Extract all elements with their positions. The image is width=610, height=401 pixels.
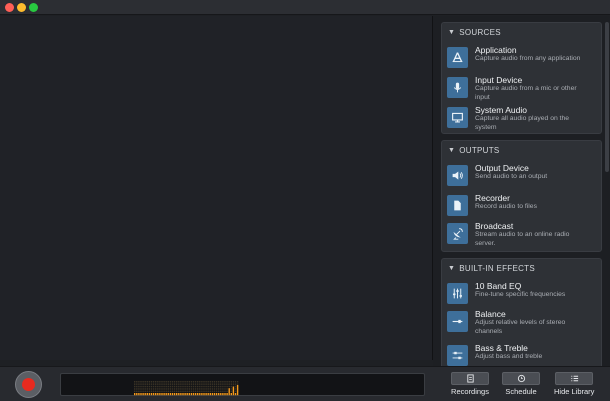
recordings-icon — [451, 372, 489, 385]
built-in-effects-header[interactable]: ▼ BUILT-IN EFFECTS — [442, 259, 601, 277]
title-bar — [0, 0, 610, 15]
minimize-button[interactable] — [17, 3, 26, 12]
hide-library-label: Hide Library — [554, 387, 595, 396]
level-meter — [60, 373, 425, 396]
list-icon — [555, 372, 594, 385]
library-item-bass-treble[interactable]: Bass & Treble Adjust bass and treble — [447, 343, 597, 366]
equalizer-icon — [447, 283, 468, 304]
file-icon — [447, 195, 468, 216]
item-title: Broadcast — [475, 221, 514, 231]
chevron-down-icon: ▼ — [448, 28, 456, 36]
item-description: Capture all audio played on the system — [475, 115, 570, 131]
item-title: Output Device — [475, 163, 529, 173]
sources-header[interactable]: ▼ SOURCES — [442, 23, 601, 41]
recordings-button[interactable]: Recordings — [451, 372, 489, 399]
outputs-section: ▼ OUTPUTS Output Device Send audio to an… — [441, 140, 602, 252]
item-description: Record audio to files — [475, 203, 537, 210]
chevron-down-icon: ▼ — [448, 264, 456, 272]
item-description: Capture audio from any application — [475, 55, 581, 62]
recordings-label: Recordings — [451, 387, 489, 396]
library-scrollbar[interactable] — [605, 22, 609, 172]
monitor-icon — [447, 107, 468, 128]
library-item-10-band-eq[interactable]: 10 Band EQ Fine-tune specific frequencie… — [447, 281, 597, 309]
library-item-balance[interactable]: Balance Adjust relative levels of stereo… — [447, 309, 597, 337]
section-title: OUTPUTS — [459, 145, 500, 155]
outputs-header[interactable]: ▼ OUTPUTS — [442, 141, 601, 159]
library-item-application[interactable]: Application Capture audio from any appli… — [447, 45, 597, 73]
close-button[interactable] — [5, 3, 14, 12]
library-panel: ▼ SOURCES Application Capture audio from… — [433, 16, 610, 366]
item-description: Stream audio to an online radio server. — [475, 231, 570, 247]
record-icon — [22, 378, 35, 391]
item-description: Adjust bass and treble — [475, 353, 543, 360]
item-description: Adjust relative levels of stereo channel… — [475, 319, 566, 335]
level-meter-display — [134, 381, 239, 396]
microphone-icon — [447, 77, 468, 98]
built-in-effects-section: ▼ BUILT-IN EFFECTS 10 Band EQ Fine-tune … — [441, 258, 602, 366]
audio-graph-canvas[interactable] — [0, 16, 432, 360]
clock-icon — [502, 372, 540, 385]
item-title: 10 Band EQ — [475, 281, 522, 291]
item-description: Fine-tune specific frequencies — [475, 291, 566, 298]
maximize-button[interactable] — [29, 3, 38, 12]
sliders-icon — [447, 345, 468, 366]
schedule-button[interactable]: Schedule — [502, 372, 540, 399]
item-title: Balance — [475, 309, 506, 319]
library-item-input-device[interactable]: Input Device Capture audio from a mic or… — [447, 75, 597, 103]
library-item-recorder[interactable]: Recorder Record audio to files — [447, 193, 597, 221]
section-title: SOURCES — [459, 27, 501, 37]
item-title: Bass & Treble — [475, 343, 528, 353]
item-description: Capture audio from a mic or other input — [475, 85, 577, 101]
sources-section: ▼ SOURCES Application Capture audio from… — [441, 22, 602, 134]
section-title: BUILT-IN EFFECTS — [459, 263, 536, 273]
item-title: Application — [475, 45, 517, 55]
item-description: Send audio to an output — [475, 173, 548, 180]
record-button[interactable] — [15, 371, 42, 398]
satellite-dish-icon — [447, 223, 468, 244]
item-title: Input Device — [475, 75, 523, 85]
chevron-down-icon: ▼ — [448, 146, 456, 154]
item-title: System Audio — [475, 105, 527, 115]
library-item-output-device[interactable]: Output Device Send audio to an output — [447, 163, 597, 191]
library-item-broadcast[interactable]: Broadcast Stream audio to an online radi… — [447, 221, 597, 249]
application-icon — [447, 47, 468, 68]
hide-library-button[interactable]: Hide Library — [554, 372, 594, 399]
balance-icon — [447, 311, 468, 332]
speaker-icon — [447, 165, 468, 186]
bottom-toolbar: Recordings Schedule Hide Library — [0, 366, 610, 401]
item-title: Recorder — [475, 193, 510, 203]
schedule-label: Schedule — [505, 387, 537, 396]
library-item-system-audio[interactable]: System Audio Capture all audio played on… — [447, 105, 597, 133]
